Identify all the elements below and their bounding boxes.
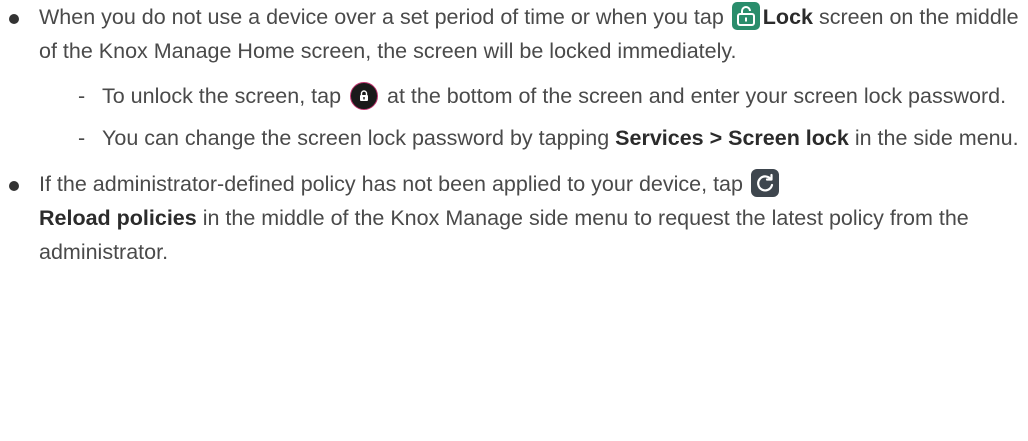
document-body: When you do not use a device over a set … [0,0,1028,269]
dash-marker: - [78,84,86,108]
services-screen-lock-label: Services > Screen lock [615,126,849,150]
sub-item-text-continued: in the side menu. [848,126,1019,150]
dash-marker: - [78,126,86,150]
sub-item-text: To unlock the screen, tap [102,84,348,108]
reload-policies-label: Reload policies [39,206,197,230]
lock-icon [731,2,760,30]
lock-label: Lock [762,5,813,29]
unlock-button-icon [350,82,379,110]
bullet-dot [9,14,19,24]
sub-list: - To unlock the screen, tap at the botto… [39,80,1028,155]
bullet-item-lock-screen: When you do not use a device over a set … [0,0,1028,155]
bullet-text: When you do not use a device over a set … [39,5,730,29]
sub-item-change-password: - You can change the screen lock passwor… [78,122,1028,155]
bullet-text: If the administrator-defined policy has … [39,172,749,196]
bullet-dot [9,181,19,191]
sub-item-text: You can change the screen lock password … [102,126,616,150]
sub-item-unlock: - To unlock the screen, tap at the botto… [78,80,1028,113]
bullet-item-reload-policies: If the administrator-defined policy has … [0,167,1028,269]
sub-item-text-continued: at the bottom of the screen and enter yo… [381,84,1007,108]
reload-icon [750,169,779,197]
